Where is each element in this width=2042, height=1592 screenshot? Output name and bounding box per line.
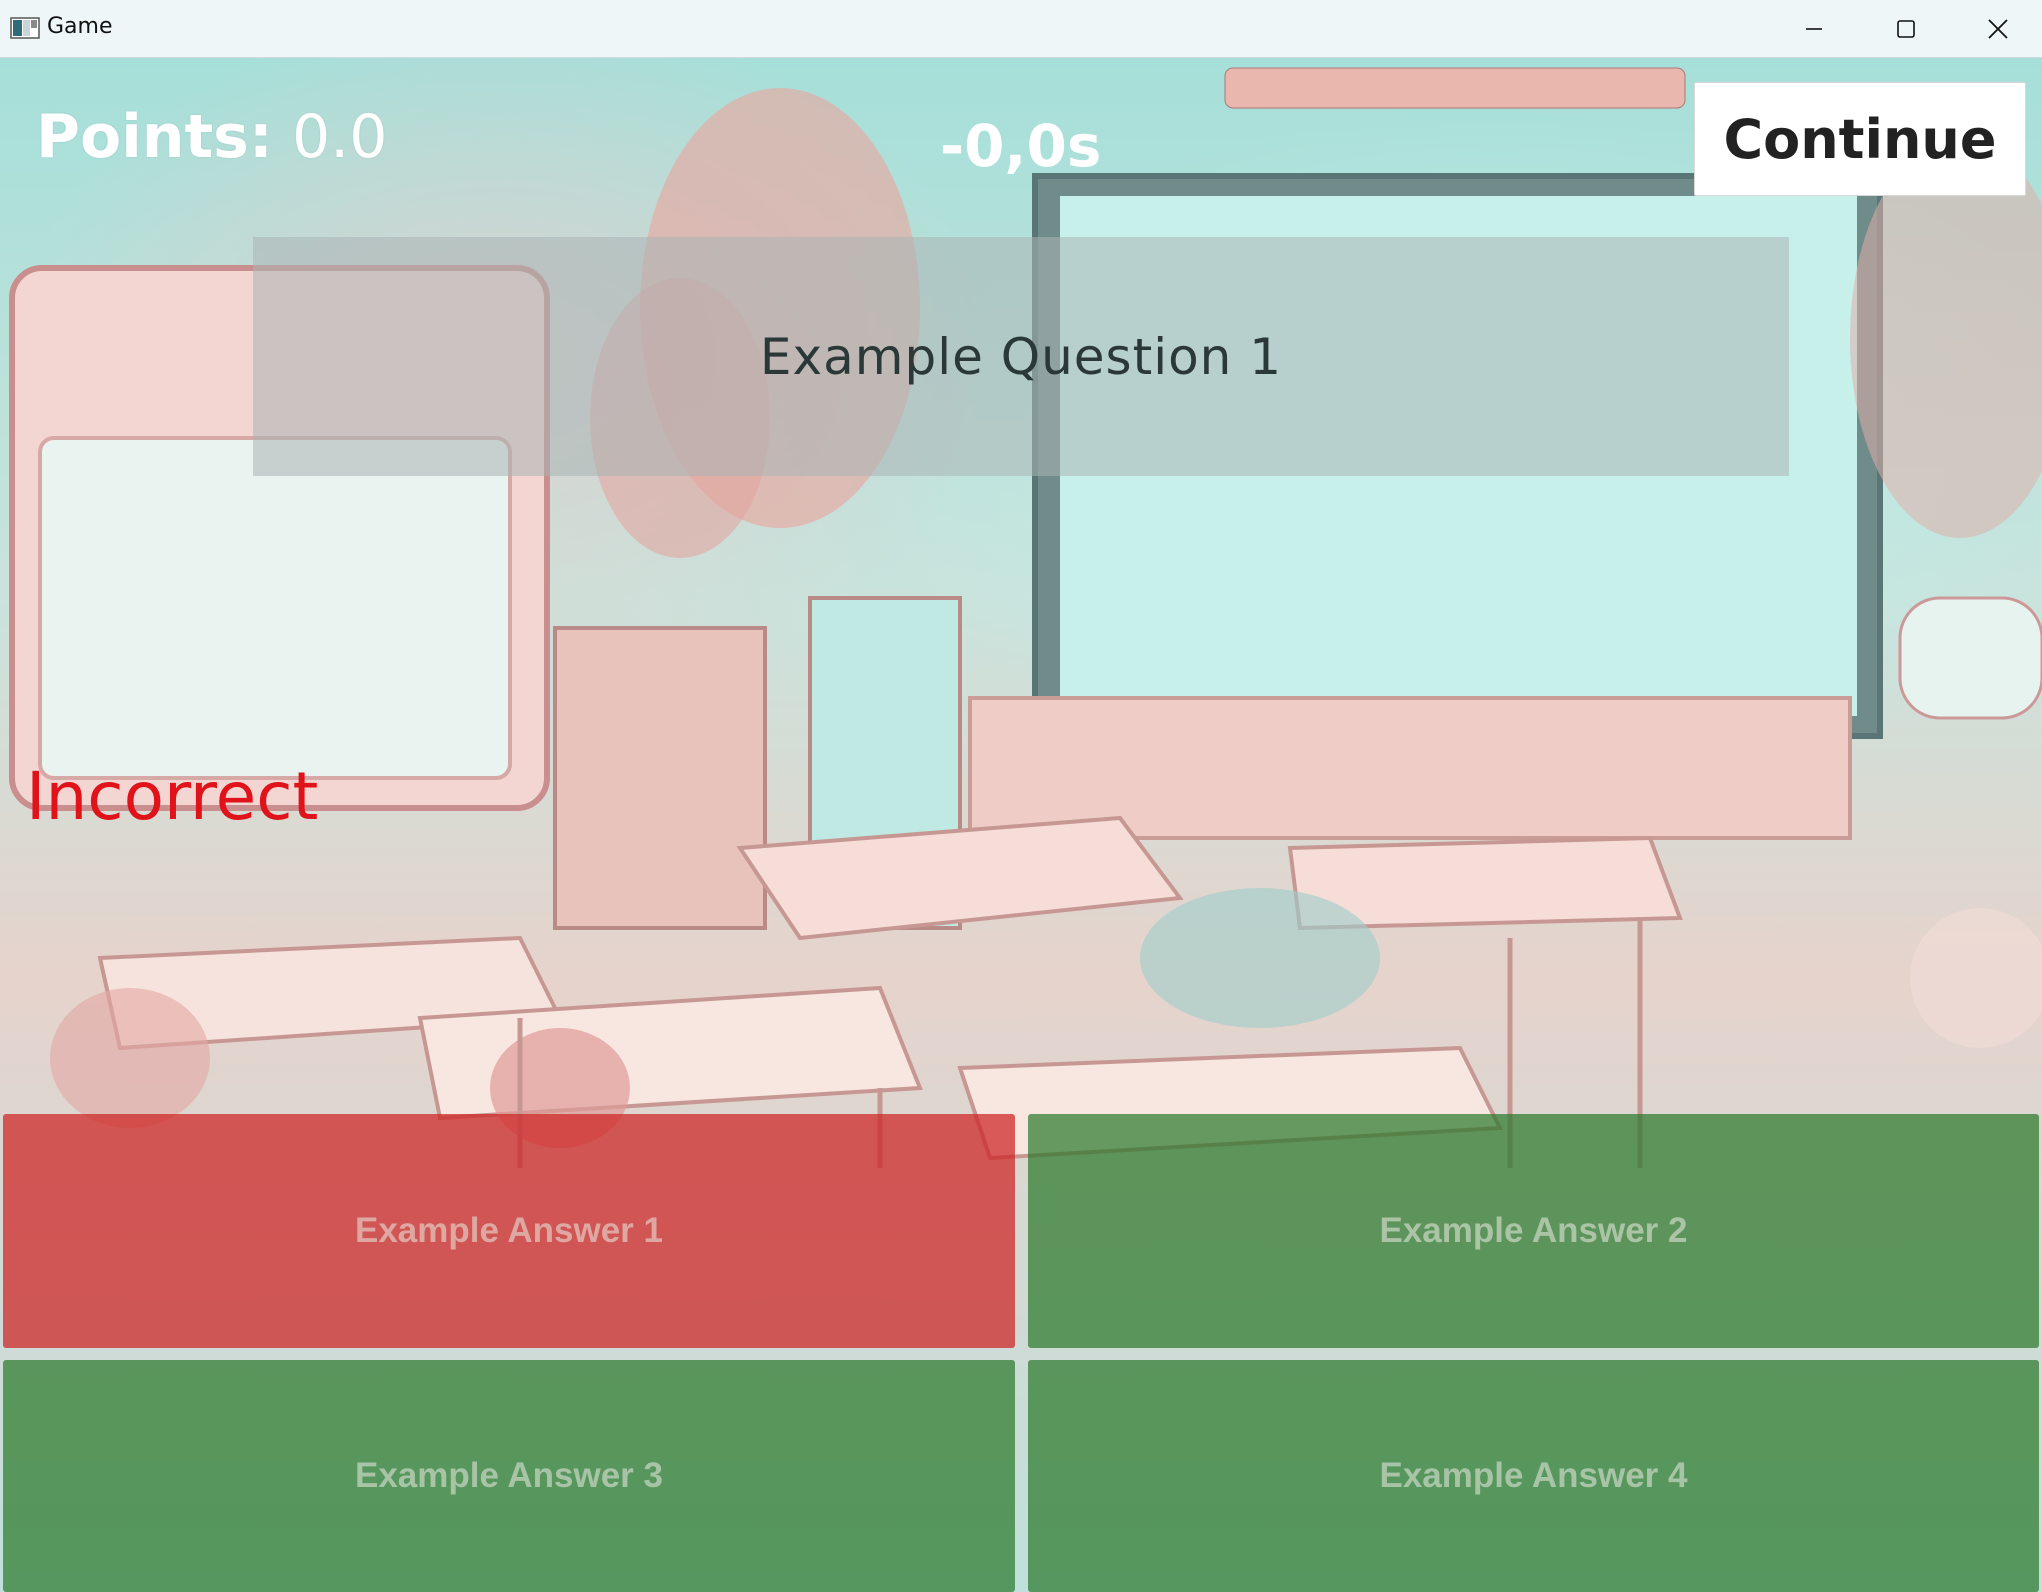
window-title: Game [47,14,113,39]
close-icon [1988,19,2008,39]
minimize-icon [1806,28,1822,30]
points-value: 0.0 [291,102,388,172]
close-button[interactable] [1952,0,2042,58]
question-panel: Example Question 1 [253,237,1789,476]
timer-display: -0,0s [940,112,1102,180]
answer-button-1[interactable]: Example Answer 1 [3,1114,1015,1348]
feedback-text: Incorrect [26,758,319,835]
answer-button-3[interactable]: Example Answer 3 [3,1360,1015,1592]
question-text: Example Question 1 [759,327,1283,386]
answer-button-2[interactable]: Example Answer 2 [1028,1114,2039,1348]
points-display: Points: 0.0 [36,102,387,172]
maximize-icon [1897,20,1915,38]
title-bar: Game [0,0,2042,58]
maximize-button[interactable] [1860,0,1952,58]
minimize-button[interactable] [1768,0,1860,58]
game-window: Game Points: 0.0 -0,0s Continue Example … [0,0,2042,1592]
app-icon [10,17,40,39]
answer-button-4[interactable]: Example Answer 4 [1028,1360,2039,1592]
continue-button[interactable]: Continue [1694,82,2026,196]
points-label: Points: [36,102,273,172]
